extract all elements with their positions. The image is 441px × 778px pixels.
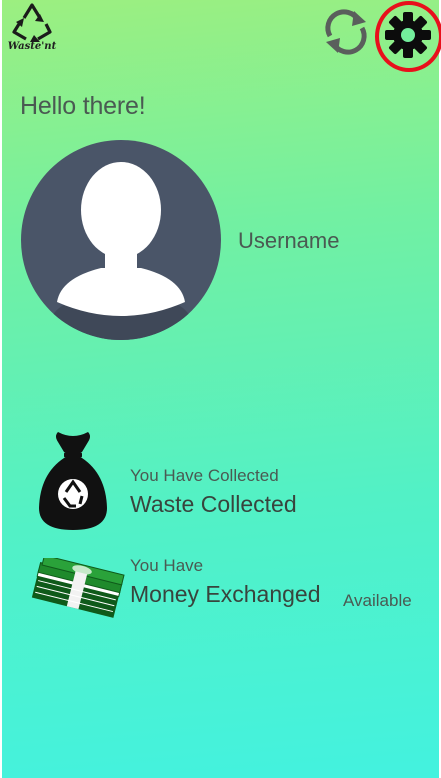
gear-icon [385,12,431,58]
recycle-bag-icon [39,432,107,530]
money-exchanged-value: Money Exchanged [130,581,321,607]
money-stack-icon [31,558,125,618]
user-silhouette-icon [21,140,221,340]
refresh-button[interactable] [320,6,372,58]
avatar [21,140,221,340]
money-caption: You Have [130,556,204,575]
username-label: Username [238,228,340,253]
waste-collected-value: Waste Collected [130,491,297,517]
app-logo: Waste'nt [6,2,58,54]
waste-caption: You Have Collected [130,466,279,485]
greeting-text: Hello there! [20,92,146,120]
refresh-icon [325,9,367,55]
recycle-icon [12,3,52,42]
home-screen: Waste'nt Hello there! Username You Have … [0,0,441,778]
money-available-suffix: Available [343,591,412,610]
settings-button[interactable] [374,0,441,72]
logo-text: Waste'nt [7,41,57,52]
